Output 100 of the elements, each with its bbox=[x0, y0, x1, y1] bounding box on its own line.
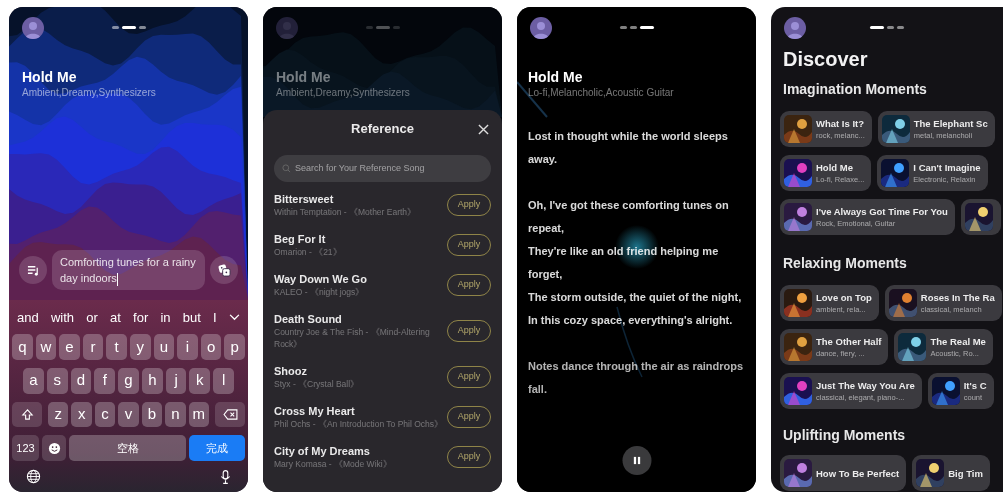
lyric-line: The storm outside, the quiet of the night, bbox=[528, 290, 743, 305]
song-title: Just The Way You Are bbox=[816, 379, 915, 392]
keyboard-key[interactable]: b bbox=[141, 401, 163, 428]
song-tags: Ambient,Dreamy,Synthesizers bbox=[263, 86, 502, 100]
section-title: Relaxing Moments bbox=[782, 254, 908, 273]
keyboard-key[interactable]: g bbox=[118, 367, 139, 394]
lyric-line: In this cozy space, everything's alright. bbox=[528, 313, 734, 328]
lyric-line: Lost in thought while the world sleeps away. bbox=[528, 129, 729, 167]
search-icon bbox=[282, 164, 291, 173]
lyric-line: Notes dance through the air as raindrops fall. bbox=[528, 359, 745, 397]
suggestion-word[interactable]: in bbox=[160, 308, 171, 328]
keyboard-key[interactable]: r bbox=[82, 333, 104, 360]
song-title: The Real Me bbox=[930, 335, 986, 348]
chevron-down-icon[interactable] bbox=[228, 314, 240, 322]
song-title: The Other Half bbox=[816, 335, 882, 348]
song-artist: Styx - 《Crystal Ball》 bbox=[274, 378, 361, 390]
search-placeholder: Search for Your Reference Song bbox=[295, 161, 425, 175]
keyboard-key[interactable]: t bbox=[106, 333, 127, 360]
song-tags: Ambient,Dreamy,Synthesizers bbox=[9, 86, 248, 100]
input-field[interactable]: Comforting tunes for a rainy day indoors bbox=[52, 250, 205, 290]
shift-key[interactable] bbox=[12, 401, 42, 428]
playlist-icon bbox=[26, 263, 40, 277]
section-title: Uplifting Moments bbox=[782, 426, 907, 445]
keyboard-key[interactable]: j bbox=[165, 367, 187, 394]
keyboard-key[interactable]: s bbox=[46, 367, 68, 394]
search-field[interactable]: Search for Your Reference Song bbox=[274, 155, 491, 182]
keyboard-key[interactable]: u bbox=[153, 333, 175, 360]
keyboard-key[interactable]: a bbox=[23, 367, 44, 394]
close-button[interactable] bbox=[476, 122, 490, 136]
numbers-key[interactable]: 123 bbox=[12, 435, 39, 462]
song-title: Love on Top bbox=[816, 291, 872, 304]
song-title: Shooz bbox=[274, 364, 308, 378]
song-artist: Phil Ochs - 《An Introduction To Phil Ochs》 bbox=[274, 418, 445, 430]
backspace-key[interactable] bbox=[215, 401, 245, 428]
song-title: City of My Dreams bbox=[274, 444, 371, 458]
dice-button[interactable] bbox=[210, 256, 238, 284]
song-title: I Can't Imagine bbox=[913, 161, 981, 174]
keyboard-key[interactable]: i bbox=[177, 333, 198, 360]
song-title: Hold Me bbox=[816, 161, 854, 174]
song-title: It's C bbox=[963, 379, 987, 392]
song-title: Bittersweet bbox=[274, 192, 335, 206]
section-title: Imagination Moments bbox=[782, 80, 928, 99]
song-tags: Lo-fi,Melancholic,Acoustic Guitar bbox=[517, 86, 756, 100]
song-title: Hold Me bbox=[21, 68, 78, 86]
keyboard-key[interactable]: o bbox=[200, 333, 222, 360]
microphone-icon[interactable] bbox=[220, 468, 231, 485]
song-artist: Mary Komasa - 《Mode Wiki》 bbox=[274, 458, 393, 470]
suggestion-word[interactable]: I bbox=[213, 308, 217, 328]
playlist-button[interactable] bbox=[19, 256, 47, 284]
song-card[interactable]: How To Be Perfect bbox=[780, 455, 907, 491]
keyboard-key[interactable]: k bbox=[189, 367, 211, 394]
keyboard-key[interactable]: y bbox=[129, 333, 151, 360]
keyboard-key[interactable]: m bbox=[188, 401, 209, 428]
shift-icon bbox=[20, 407, 34, 421]
keyboard-key[interactable]: w bbox=[35, 333, 57, 360]
song-title: Way Down We Go bbox=[274, 272, 368, 286]
emoji-key[interactable] bbox=[42, 435, 66, 462]
backspace-icon bbox=[222, 408, 238, 420]
keyboard-key[interactable]: v bbox=[118, 401, 139, 428]
song-card[interactable] bbox=[960, 199, 1001, 235]
song-title: Cross My Heart bbox=[274, 404, 356, 418]
avatar-icon[interactable] bbox=[784, 17, 806, 39]
keyboard-key[interactable]: d bbox=[70, 367, 92, 394]
song-title: Roses In The Ra bbox=[920, 291, 995, 304]
emoji-icon bbox=[47, 441, 61, 455]
suggestion-word[interactable]: or bbox=[86, 308, 98, 328]
keyboard-key[interactable]: h bbox=[141, 367, 163, 394]
suggestion-word[interactable]: for bbox=[133, 308, 149, 328]
dice-icon bbox=[217, 263, 231, 277]
song-title: What Is It? bbox=[816, 117, 865, 130]
suggestion-word[interactable]: at bbox=[110, 308, 121, 328]
suggestion-word[interactable]: and bbox=[17, 308, 39, 328]
suggestion-word[interactable]: but bbox=[182, 308, 201, 328]
keyboard-key[interactable]: c bbox=[94, 401, 116, 428]
screen-title: Discover bbox=[782, 47, 869, 71]
keyboard-key[interactable]: p bbox=[224, 333, 245, 360]
keyboard-key[interactable]: l bbox=[213, 367, 235, 394]
keyboard-key[interactable]: z bbox=[48, 401, 69, 428]
sheet-title: Reference bbox=[351, 120, 414, 139]
song-card[interactable]: Big Tim bbox=[912, 455, 990, 491]
keyboard-key[interactable]: e bbox=[59, 333, 80, 360]
globe-icon[interactable] bbox=[26, 469, 41, 485]
song-title: Big Tim bbox=[948, 466, 983, 480]
lyric-line: Oh, I've got these comforting tunes on repeat, bbox=[528, 198, 730, 236]
song-title: Death Sound bbox=[274, 312, 343, 326]
song-title: How To Be Perfect bbox=[816, 466, 900, 480]
space-key[interactable]: 空格 bbox=[69, 435, 186, 462]
text-cursor bbox=[116, 272, 118, 286]
song-title: Hold Me bbox=[275, 68, 332, 86]
keyboard-key[interactable]: f bbox=[94, 367, 116, 394]
keyboard-key[interactable]: q bbox=[12, 333, 33, 360]
suggestion-word[interactable]: with bbox=[51, 308, 75, 328]
close-icon bbox=[477, 123, 489, 135]
song-artist: Omarion - 《21》 bbox=[274, 246, 343, 258]
lyric-line: They're like an old friend helping me forget, bbox=[528, 244, 720, 282]
keyboard-key[interactable]: n bbox=[165, 401, 186, 428]
keyboard-key[interactable]: x bbox=[71, 401, 92, 428]
pause-icon bbox=[632, 456, 641, 465]
done-key[interactable]: 完成 bbox=[189, 435, 245, 462]
song-title: The Elephant Sc bbox=[913, 117, 988, 130]
